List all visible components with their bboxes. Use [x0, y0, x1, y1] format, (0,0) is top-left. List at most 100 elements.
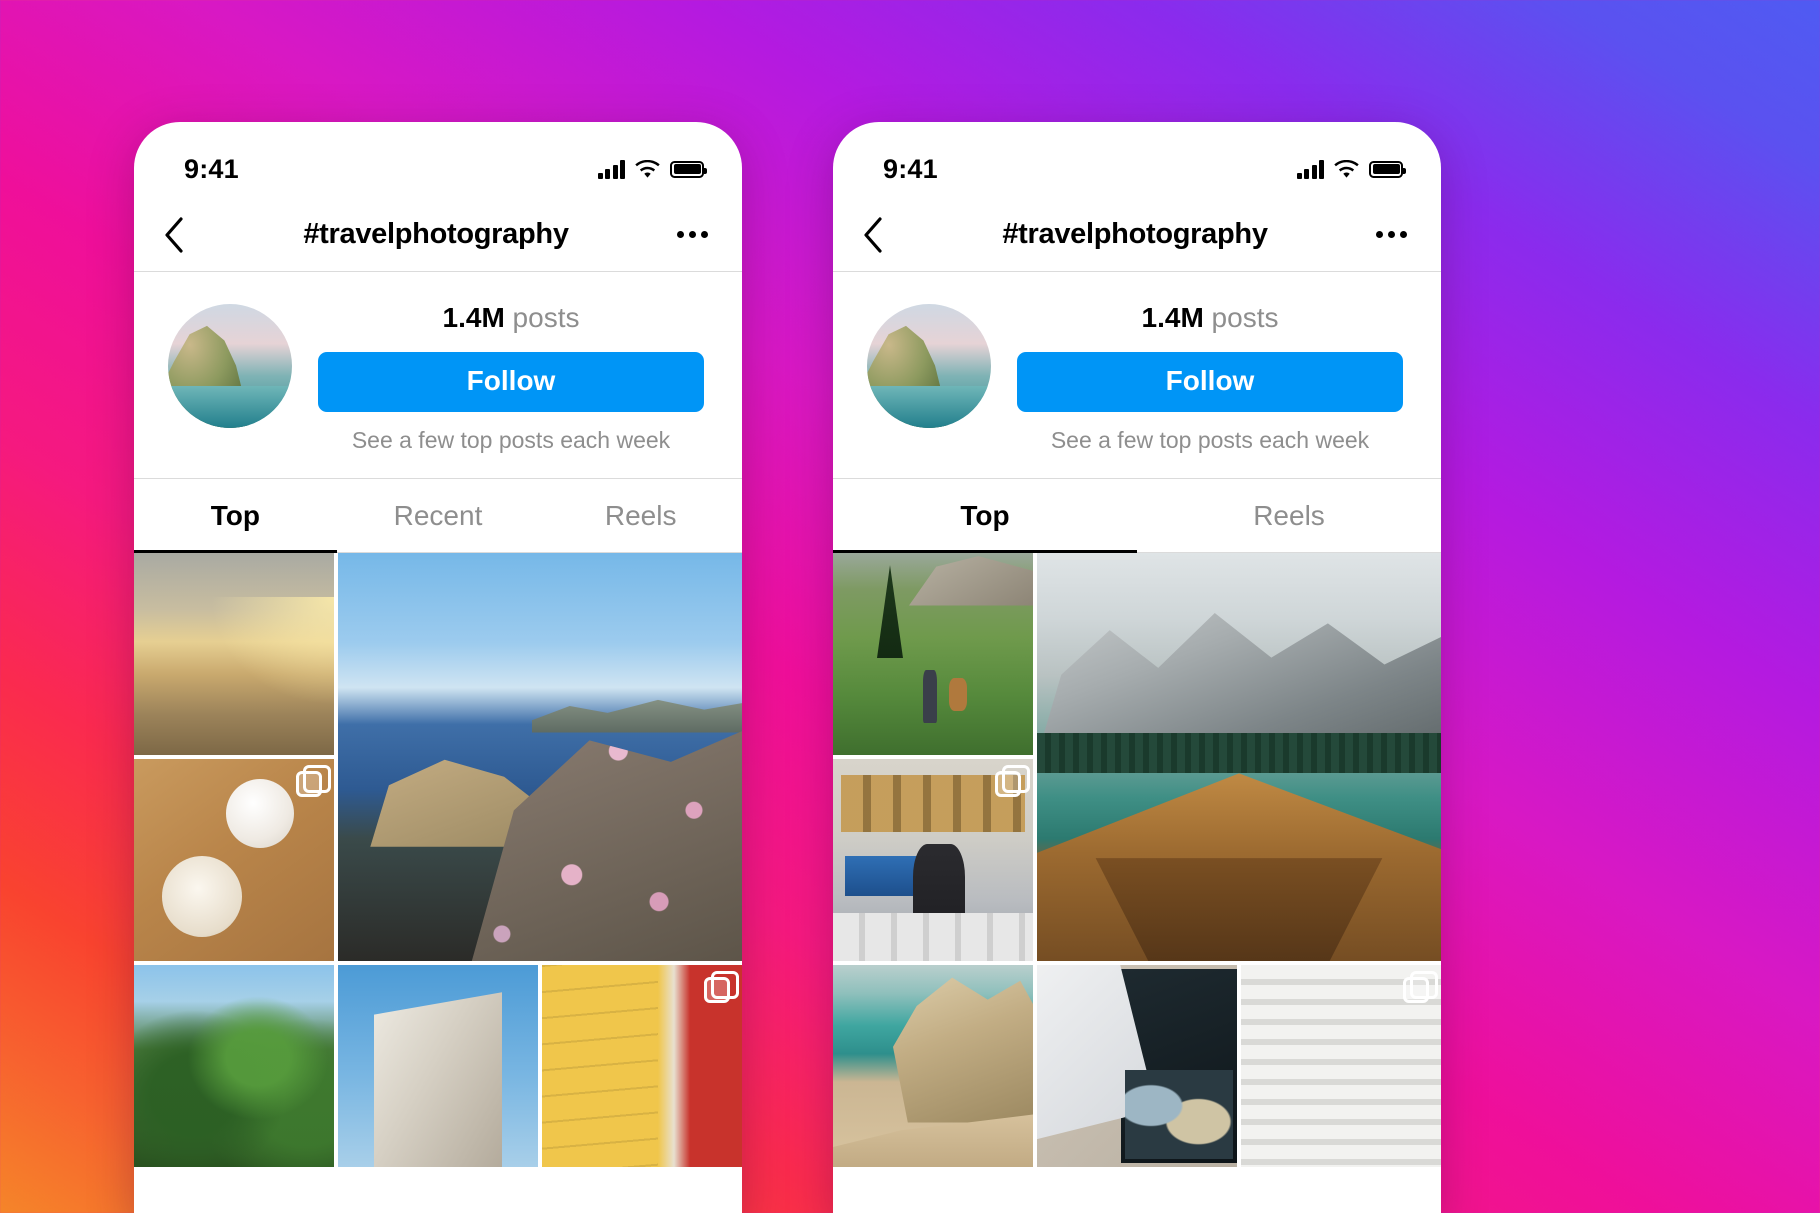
hashtag-profile: 1.4M posts Follow See a few top posts each…: [134, 272, 742, 479]
photo-detail-person: [923, 670, 937, 723]
signal-bar: [1311, 164, 1317, 179]
photo-detail-flowers: [467, 724, 742, 961]
post-beach-sunset[interactable]: [134, 553, 334, 755]
cellular-signal-icon: [597, 159, 625, 179]
page-title: #travelphotography: [303, 218, 569, 250]
follow-button[interactable]: Follow: [318, 352, 704, 412]
photo-coast: [833, 965, 1033, 1167]
follow-button[interactable]: Follow: [1017, 352, 1403, 412]
signal-bar: [1304, 168, 1309, 179]
dot-icon: [1376, 231, 1383, 238]
status-time: 9:41: [184, 153, 239, 184]
post-suitcase-packing[interactable]: [1037, 965, 1237, 1167]
post-coffee-flatlay[interactable]: [134, 759, 334, 961]
profile-details: 1.4M posts Follow See a few top posts each…: [991, 298, 1407, 454]
signal-bar: [620, 159, 625, 179]
dot-icon: [1400, 231, 1407, 238]
more-options-button[interactable]: [1361, 231, 1407, 238]
signal-bar: [1319, 159, 1324, 179]
status-icon-group: [1296, 159, 1406, 179]
battery-icon: [670, 160, 707, 178]
nav-bar: #travelphotography: [833, 198, 1441, 272]
back-button[interactable]: [164, 216, 210, 253]
chevron-left-icon: [165, 216, 183, 253]
status-bar: 9:41: [833, 122, 1441, 198]
photo-cliff: [338, 553, 742, 961]
wifi-icon: [1334, 159, 1359, 179]
photo-detail-hull: [1037, 773, 1441, 961]
photo-detail-cliff: [893, 977, 1033, 1123]
post-count-suffix: posts: [504, 302, 580, 333]
tab-top[interactable]: Top: [833, 479, 1137, 553]
tab-reels[interactable]: Reels: [539, 479, 742, 552]
status-bar: 9:41: [134, 122, 742, 198]
carousel-icon: [704, 971, 739, 1003]
signal-bar: [597, 172, 603, 179]
carousel-icon: [995, 765, 1030, 797]
photo-detail-tree: [877, 565, 903, 659]
tab-reels[interactable]: Reels: [1137, 479, 1441, 552]
tab-recent[interactable]: Recent: [337, 479, 540, 552]
carousel-icon: [1403, 971, 1438, 1003]
dot-icon: [677, 231, 684, 238]
post-count-line: 1.4M posts: [1017, 302, 1403, 334]
photo-detail-rockT: [909, 553, 1033, 606]
photo-beach: [134, 553, 334, 755]
signal-bar: [605, 168, 610, 179]
post-sea-cliff-flowers[interactable]: [338, 553, 742, 961]
photo-boat: [1037, 553, 1441, 961]
tab-label: Reels: [1253, 499, 1325, 531]
battery-icon: [1369, 160, 1406, 178]
tab-label: Top: [960, 499, 1010, 531]
post-count: 1.4M: [442, 302, 505, 333]
avatar: [867, 304, 991, 428]
dot-icon: [1388, 231, 1395, 238]
profile-details: 1.4M posts Follow See a few top posts each…: [292, 298, 708, 454]
post-count-suffix: posts: [1203, 302, 1279, 333]
post-coastal-cliff-beach[interactable]: [833, 965, 1033, 1167]
follow-subtitle: See a few top posts each week: [351, 427, 671, 453]
post-airport-terminal[interactable]: [833, 759, 1033, 961]
post-yellow-red-house[interactable]: [542, 965, 742, 1167]
phone-right: 9:41 #travelphotography 1.4M posts Follow Se…: [833, 122, 1441, 1213]
photo-hiker: [833, 553, 1033, 755]
nav-bar: #travelphotography: [134, 198, 742, 272]
tab-bar: Top Reels: [833, 479, 1441, 553]
photo-detail-forest: [1037, 732, 1441, 774]
photo-detail-seats: [833, 912, 1033, 961]
post-roman-arch[interactable]: [338, 965, 538, 1167]
battery-level: [673, 164, 701, 174]
post-window-blinds[interactable]: [1241, 965, 1441, 1167]
avatar-sea: [867, 385, 991, 428]
photo-arch: [338, 965, 538, 1167]
photo-detail-mtn: [1037, 613, 1441, 757]
photo-palm: [134, 965, 334, 1167]
photo-suitcase: [1037, 965, 1237, 1167]
hashtag-profile: 1.4M posts Follow See a few top posts each…: [833, 272, 1441, 479]
tab-label: Reels: [604, 499, 677, 531]
post-palm-garden[interactable]: [134, 965, 334, 1167]
more-options-button[interactable]: [662, 231, 708, 238]
tab-bar: Top Recent Reels: [134, 479, 742, 553]
signal-bar: [1296, 172, 1302, 179]
follow-subtitle: See a few top posts each week: [1050, 427, 1370, 453]
post-alpine-hiker[interactable]: [833, 553, 1033, 755]
tab-label: Top: [210, 499, 260, 531]
dot-icon: [689, 231, 696, 238]
battery-level: [1372, 164, 1400, 174]
post-boat-alpine-lake[interactable]: [1037, 553, 1441, 961]
tab-top[interactable]: Top: [134, 479, 337, 553]
status-time: 9:41: [883, 153, 938, 184]
photo-detail-dog: [949, 678, 967, 711]
carousel-icon: [296, 765, 331, 797]
photo-grid: [134, 553, 742, 1167]
back-button[interactable]: [863, 216, 909, 253]
avatar: [168, 304, 292, 428]
dot-icon: [701, 231, 708, 238]
tab-label: Recent: [393, 499, 483, 531]
post-count: 1.4M: [1141, 302, 1204, 333]
photo-grid: [833, 553, 1441, 1167]
post-count-line: 1.4M posts: [318, 302, 704, 334]
photo-detail-clothes: [1125, 1070, 1233, 1159]
page-title: #travelphotography: [1002, 218, 1268, 250]
